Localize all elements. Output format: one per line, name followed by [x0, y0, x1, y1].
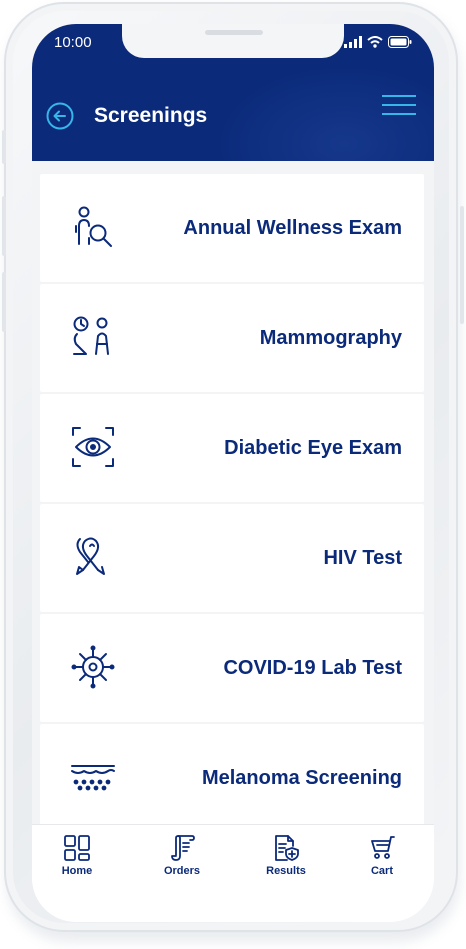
phone-notch — [122, 24, 344, 58]
signal-icon — [344, 36, 362, 48]
battery-icon — [388, 36, 412, 48]
tab-cart[interactable]: Cart — [352, 835, 412, 877]
screening-item-hiv-test[interactable]: HIV Test — [40, 504, 424, 612]
tab-home[interactable]: Home — [47, 835, 107, 877]
screening-label: COVID-19 Lab Test — [223, 657, 402, 679]
skin-layer-icon — [71, 765, 115, 791]
volume-up-button — [2, 196, 6, 256]
screening-label: Annual Wellness Exam — [183, 217, 402, 239]
hamburger-menu-icon[interactable] — [382, 95, 416, 119]
back-arrow-icon[interactable] — [46, 102, 74, 130]
app-header: 10:00 Screenings — [32, 24, 434, 161]
wifi-icon — [367, 36, 383, 48]
screening-label: Mammography — [259, 327, 402, 349]
status-icons — [344, 36, 412, 48]
screening-label: HIV Test — [323, 547, 402, 569]
scroll-icon — [171, 835, 195, 861]
screening-item-melanoma-screening[interactable]: Melanoma Screening — [40, 724, 424, 832]
mute-switch — [2, 130, 6, 164]
speaker-grille — [205, 30, 263, 35]
screening-item-diabetic-eye-exam[interactable]: Diabetic Eye Exam — [40, 394, 424, 502]
document-shield-icon — [275, 835, 299, 861]
tab-orders[interactable]: Orders — [152, 835, 212, 877]
volume-down-button — [2, 272, 6, 332]
bottom-tab-bar: Home Orders Results Cart — [32, 824, 434, 922]
page-title: Screenings — [94, 104, 208, 127]
virus-icon — [71, 645, 115, 689]
awareness-ribbon-icon — [76, 537, 105, 575]
screening-label: Diabetic Eye Exam — [224, 437, 402, 459]
tab-label: Cart — [370, 865, 393, 877]
screening-label: Melanoma Screening — [201, 767, 402, 789]
screening-item-covid-19-lab-test[interactable]: COVID-19 Lab Test — [40, 614, 424, 722]
app-screen: 10:00 Screenings Annual Wellness Exam Ma… — [32, 24, 434, 922]
grid-icon — [64, 835, 90, 861]
tab-label: Results — [266, 865, 306, 877]
cart-icon — [371, 836, 395, 859]
screening-item-mammography[interactable]: Mammography — [40, 284, 424, 392]
person-search-icon — [75, 206, 112, 247]
screening-item-annual-wellness-exam[interactable]: Annual Wellness Exam — [40, 174, 424, 282]
tab-results[interactable]: Results — [256, 835, 316, 877]
eye-scan-icon — [72, 427, 114, 467]
power-button — [460, 206, 464, 324]
status-time: 10:00 — [54, 34, 92, 51]
mammography-icon — [73, 316, 109, 355]
screenings-list: Annual Wellness Exam Mammography Diabeti… — [40, 174, 424, 834]
tab-label: Home — [61, 865, 93, 877]
tab-label: Orders — [163, 865, 201, 877]
